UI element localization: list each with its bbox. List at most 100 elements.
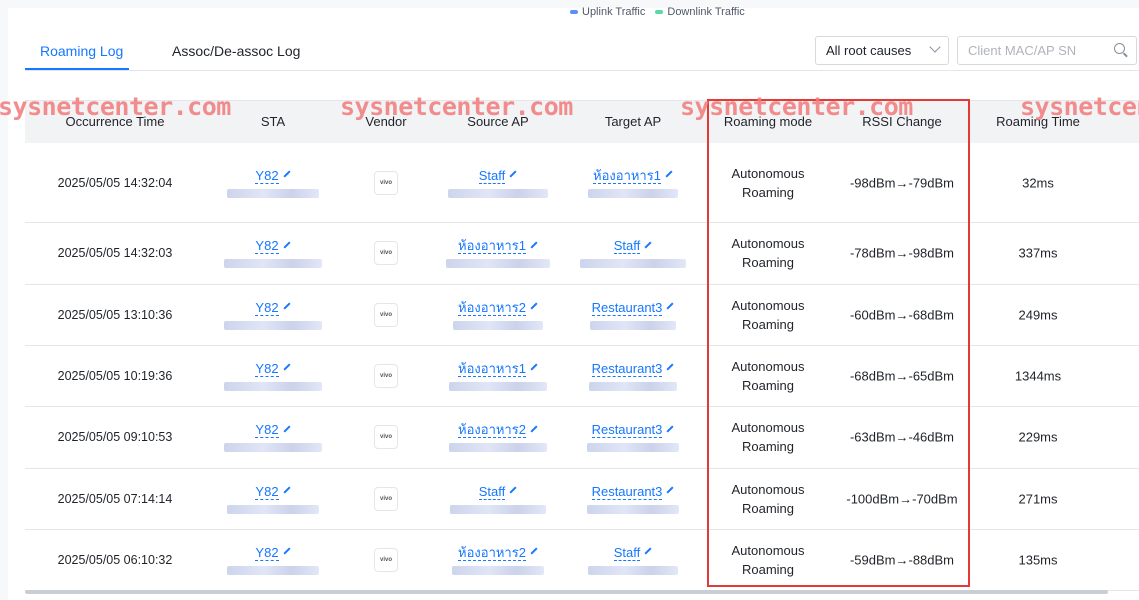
horizontal-scrollbar[interactable] <box>25 590 1108 594</box>
rssi-change: -100dBm→-70dBm <box>846 491 958 506</box>
blurred-mac <box>224 320 322 330</box>
blurred-mac <box>227 565 319 575</box>
edit-icon[interactable] <box>530 547 538 555</box>
vendor-logo: vivo <box>374 486 398 511</box>
blurred-mac <box>224 381 322 391</box>
rssi-change: -68dBm→-65dBm <box>849 368 955 383</box>
blurred-sn <box>587 443 679 452</box>
target-ap-link[interactable]: Restaurant3 <box>591 361 663 377</box>
target-ap-link[interactable]: ห้องอาหาร1 <box>593 168 661 184</box>
tab-roaming-log[interactable]: Roaming Log <box>40 43 123 59</box>
edit-icon[interactable] <box>283 170 291 178</box>
vendor-logo: vivo <box>374 425 398 449</box>
blurred-sn <box>452 565 544 575</box>
sta-name-link[interactable]: Y82 <box>255 300 279 316</box>
source-ap-cell: ห้องอาหาร1 <box>449 361 547 391</box>
blurred-sn <box>588 565 678 575</box>
blurred-sn <box>589 381 677 391</box>
blurred-mac <box>227 188 319 198</box>
edit-icon[interactable] <box>530 425 538 433</box>
edit-icon[interactable] <box>283 425 291 433</box>
root-cause-select[interactable]: All root causes <box>815 36 949 65</box>
target-ap-cell: Restaurant3 <box>589 361 677 391</box>
target-ap-cell: Restaurant3 <box>590 300 676 330</box>
col-roaming-mode[interactable]: Roaming mode <box>724 101 812 143</box>
col-target-ap[interactable]: Target AP <box>605 101 661 143</box>
edit-icon[interactable] <box>283 302 291 310</box>
edit-icon[interactable] <box>666 486 674 494</box>
source-ap-link[interactable]: ห้องอาหาร1 <box>458 361 526 377</box>
source-ap-link[interactable]: ห้องอาหาร2 <box>458 422 526 438</box>
target-ap-cell: Staff <box>580 238 686 268</box>
blurred-sn <box>580 259 686 268</box>
target-ap-link[interactable]: Restaurant3 <box>591 422 663 438</box>
sta-name-link[interactable]: Y82 <box>255 545 279 561</box>
sta-cell: Y82 <box>224 422 322 452</box>
col-roaming-time[interactable]: Roaming Time <box>996 101 1080 143</box>
table-row: 2025/05/05 10:19:36 Y82 vivo ห้องอาหาร1 Rest… <box>25 345 1139 407</box>
roaming-mode: Autonomous Roaming <box>731 358 805 393</box>
edit-icon[interactable] <box>530 241 538 249</box>
edit-icon[interactable] <box>283 363 291 371</box>
legend-uplink: Uplink Traffic <box>570 6 645 18</box>
edit-icon[interactable] <box>666 363 674 371</box>
col-source-ap[interactable]: Source AP <box>467 101 528 143</box>
edit-icon[interactable] <box>666 425 674 433</box>
edit-icon[interactable] <box>283 241 291 249</box>
edit-icon[interactable] <box>644 241 652 249</box>
sta-cell: Y82 <box>227 545 319 575</box>
legend-downlink: Downlink Traffic <box>655 6 745 18</box>
roaming-time: 135ms <box>1018 552 1058 567</box>
roaming-time: 229ms <box>1018 429 1058 445</box>
source-ap-link[interactable]: Staff <box>478 168 506 184</box>
tab-assoc-deassoc-log[interactable]: Assoc/De-assoc Log <box>172 43 300 59</box>
col-sta[interactable]: STA <box>261 101 285 143</box>
table-row: 2025/05/05 06:10:32 Y82 vivo ห้องอาหาร2 Staf… <box>25 529 1139 591</box>
roaming-mode: Autonomous Roaming <box>731 420 805 454</box>
sta-cell: Y82 <box>224 361 322 391</box>
edit-icon[interactable] <box>644 547 652 555</box>
source-ap-link[interactable]: ห้องอาหาร2 <box>458 300 526 316</box>
col-occurrence-time[interactable]: Occurrence Time <box>66 101 165 143</box>
roaming-time: 1344ms <box>1014 368 1062 383</box>
sta-cell: Y82 <box>224 238 322 268</box>
edit-icon[interactable] <box>283 486 291 494</box>
edit-icon[interactable] <box>666 302 674 310</box>
blurred-sn <box>448 188 548 198</box>
search-icon[interactable] <box>1114 43 1125 54</box>
col-vendor[interactable]: Vendor <box>365 101 406 143</box>
edit-icon[interactable] <box>283 547 291 555</box>
blurred-sn <box>587 504 679 514</box>
sta-cell: Y82 <box>227 484 319 514</box>
occurrence-time: 2025/05/05 07:14:14 <box>57 491 173 506</box>
vendor-logo: vivo <box>374 302 398 327</box>
edit-icon[interactable] <box>509 170 517 178</box>
edit-icon[interactable] <box>665 170 673 178</box>
target-ap-link[interactable]: Staff <box>613 238 641 254</box>
sta-name-link[interactable]: Y82 <box>255 484 279 500</box>
blurred-mac <box>224 443 322 452</box>
col-rssi-change[interactable]: RSSI Change <box>862 101 942 143</box>
blurred-mac <box>227 504 319 514</box>
source-ap-cell: ห้องอาหาร2 <box>452 545 544 575</box>
target-ap-link[interactable]: Staff <box>613 545 641 561</box>
client-search-input[interactable] <box>957 36 1137 65</box>
vendor-logo: vivo <box>374 241 398 265</box>
tabs-divider <box>25 70 1139 71</box>
source-ap-link[interactable]: Staff <box>478 484 506 500</box>
sta-name-link[interactable]: Y82 <box>255 361 279 377</box>
source-ap-link[interactable]: ห้องอาหาร2 <box>458 545 526 561</box>
edit-icon[interactable] <box>509 486 517 494</box>
source-ap-link[interactable]: ห้องอาหาร1 <box>458 238 526 254</box>
edit-icon[interactable] <box>530 302 538 310</box>
target-ap-cell: Staff <box>588 545 678 575</box>
sta-name-link[interactable]: Y82 <box>255 238 279 254</box>
legend-downlink-label: Downlink Traffic <box>667 6 745 18</box>
sta-name-link[interactable]: Y82 <box>255 168 279 184</box>
target-ap-link[interactable]: Restaurant3 <box>591 300 663 316</box>
rssi-change: -60dBm→-68dBm <box>849 307 955 322</box>
chevron-down-icon <box>929 41 941 53</box>
target-ap-link[interactable]: Restaurant3 <box>591 484 663 500</box>
edit-icon[interactable] <box>530 363 538 371</box>
sta-name-link[interactable]: Y82 <box>255 422 279 438</box>
